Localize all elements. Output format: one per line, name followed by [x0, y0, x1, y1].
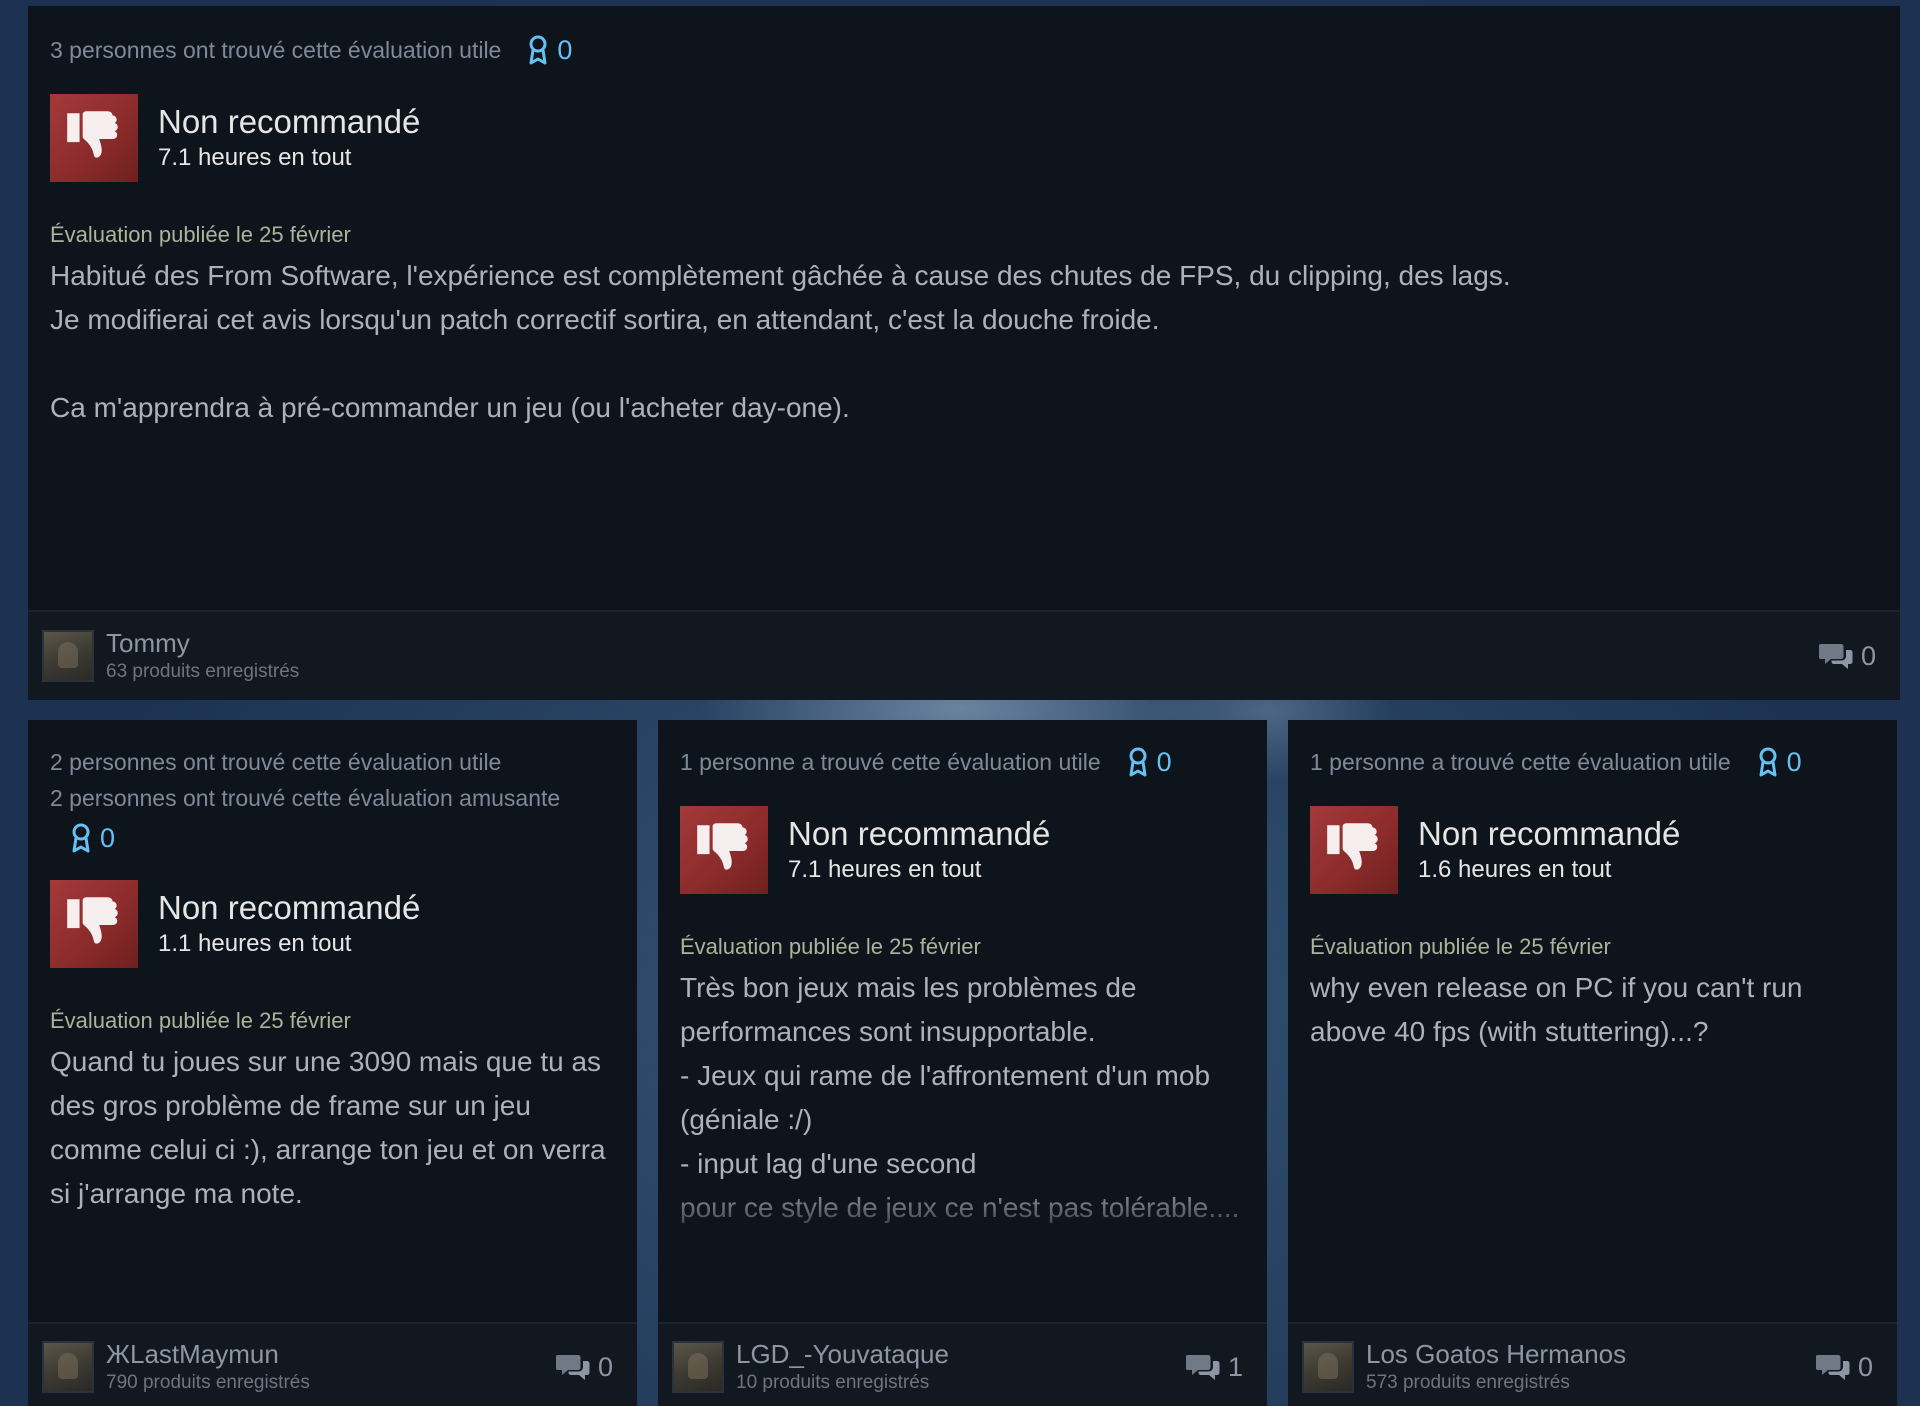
helpful-summary: 3 personnes ont trouvé cette évaluation … — [50, 6, 1878, 68]
author-name[interactable]: Tommy — [106, 627, 1819, 659]
award-ribbon-icon — [1757, 747, 1779, 777]
review-text[interactable]: Habitué des From Software, l'expérience … — [50, 254, 1878, 430]
funny-count-text: 2 personnes ont trouvé cette évaluation … — [50, 785, 561, 811]
award-button[interactable]: 0 — [70, 820, 115, 856]
helpful-summary: 1 personne a trouvé cette évaluation uti… — [680, 720, 1245, 780]
posted-date: Évaluation publiée le 25 février — [1310, 934, 1611, 959]
comments-count: 1 — [1227, 1351, 1243, 1382]
author-name[interactable]: Los Goatos Hermanos — [1366, 1338, 1816, 1370]
recommendation-header: Non recommandé 1.6 heures en tout — [1310, 806, 1875, 894]
review-card: 1 personne a trouvé cette évaluation uti… — [1288, 720, 1897, 1406]
award-ribbon-icon — [1127, 747, 1149, 777]
avatar[interactable] — [672, 1341, 724, 1393]
review-text[interactable]: Quand tu joues sur une 3090 mais que tu … — [50, 1040, 615, 1216]
review-card: 2 personnes ont trouvé cette évaluation … — [28, 720, 637, 1406]
helpful-count-text: 3 personnes ont trouvé cette évaluation … — [50, 37, 502, 63]
recommendation-title[interactable]: Non recommandé — [788, 814, 1050, 854]
comments-button[interactable]: 0 — [1819, 641, 1876, 672]
avatar[interactable] — [42, 630, 94, 682]
award-ribbon-icon — [70, 823, 92, 853]
comment-bubbles-icon — [556, 1352, 590, 1382]
playtime-hours: 1.6 heures en tout — [1418, 856, 1612, 883]
posted-date: Évaluation publiée le 25 février — [680, 934, 981, 959]
review-footer: Los Goatos Hermanos 573 produits enregis… — [1288, 1322, 1897, 1406]
helpful-count-text: 1 personne a trouvé cette évaluation uti… — [680, 749, 1101, 775]
recommendation-title[interactable]: Non recommandé — [158, 102, 420, 142]
helpful-count-text: 2 personnes ont trouvé cette évaluation … — [50, 749, 502, 775]
award-count: 0 — [100, 823, 116, 853]
comments-button[interactable]: 0 — [1816, 1352, 1873, 1383]
comments-count: 0 — [1860, 640, 1876, 671]
recommendation-header: Non recommandé 1.1 heures en tout — [50, 880, 615, 968]
thumbs-down-icon — [61, 891, 127, 957]
comments-count: 0 — [597, 1351, 613, 1382]
award-button[interactable]: 0 — [1757, 744, 1802, 780]
avatar[interactable] — [42, 1341, 94, 1393]
recommendation-title[interactable]: Non recommandé — [1418, 814, 1680, 854]
comment-bubbles-icon — [1819, 641, 1853, 671]
posted-date: Évaluation publiée le 25 février — [50, 1008, 351, 1033]
comments-count: 0 — [1857, 1351, 1873, 1382]
award-count: 0 — [1156, 747, 1172, 777]
author-products-count: 790 produits enregistrés — [106, 1372, 310, 1393]
author-products-count: 10 produits enregistrés — [736, 1372, 930, 1393]
comment-bubbles-icon — [1816, 1352, 1850, 1382]
helpful-summary: 1 personne a trouvé cette évaluation uti… — [1310, 720, 1875, 780]
thumbs-down-tile[interactable] — [50, 94, 138, 182]
author-products-count: 573 produits enregistrés — [1366, 1372, 1570, 1393]
award-ribbon-icon — [527, 35, 549, 65]
thumbs-down-icon — [691, 817, 757, 883]
thumbs-down-icon — [61, 105, 127, 171]
recommendation-header: Non recommandé 7.1 heures en tout — [50, 94, 1878, 182]
review-card: 3 personnes ont trouvé cette évaluation … — [28, 6, 1900, 700]
thumbs-down-tile[interactable] — [1310, 806, 1398, 894]
recommendation-header: Non recommandé 7.1 heures en tout — [680, 806, 1245, 894]
avatar[interactable] — [1302, 1341, 1354, 1393]
award-count: 0 — [557, 35, 573, 65]
comments-button[interactable]: 0 — [556, 1352, 613, 1383]
review-card: 1 personne a trouvé cette évaluation uti… — [658, 720, 1267, 1406]
author-name[interactable]: LGD_-Youvataque — [736, 1338, 1186, 1370]
posted-date: Évaluation publiée le 25 février — [50, 222, 351, 247]
award-button[interactable]: 0 — [527, 32, 572, 68]
award-count: 0 — [1786, 747, 1802, 777]
review-footer: LGD_-Youvataque 10 produits enregistrés … — [658, 1322, 1267, 1406]
review-text[interactable]: Très bon jeux mais les problèmes de perf… — [680, 966, 1245, 1230]
thumbs-down-tile[interactable] — [50, 880, 138, 968]
comment-bubbles-icon — [1186, 1352, 1220, 1382]
playtime-hours: 7.1 heures en tout — [788, 856, 982, 883]
review-footer: Tommy 63 produits enregistrés 0 — [28, 610, 1900, 700]
thumbs-down-tile[interactable] — [680, 806, 768, 894]
review-text[interactable]: why even release on PC if you can't run … — [1310, 966, 1875, 1054]
comments-button[interactable]: 1 — [1186, 1352, 1243, 1383]
author-products-count: 63 produits enregistrés — [106, 661, 300, 682]
author-name[interactable]: ЖLastMaymun — [106, 1338, 556, 1370]
award-button[interactable]: 0 — [1127, 744, 1172, 780]
helpful-summary: 2 personnes ont trouvé cette évaluation … — [50, 720, 615, 858]
recommendation-title[interactable]: Non recommandé — [158, 888, 420, 928]
helpful-count-text: 1 personne a trouvé cette évaluation uti… — [1310, 749, 1731, 775]
thumbs-down-icon — [1321, 817, 1387, 883]
playtime-hours: 7.1 heures en tout — [158, 144, 352, 171]
playtime-hours: 1.1 heures en tout — [158, 930, 352, 957]
review-footer: ЖLastMaymun 790 produits enregistrés 0 — [28, 1322, 637, 1406]
